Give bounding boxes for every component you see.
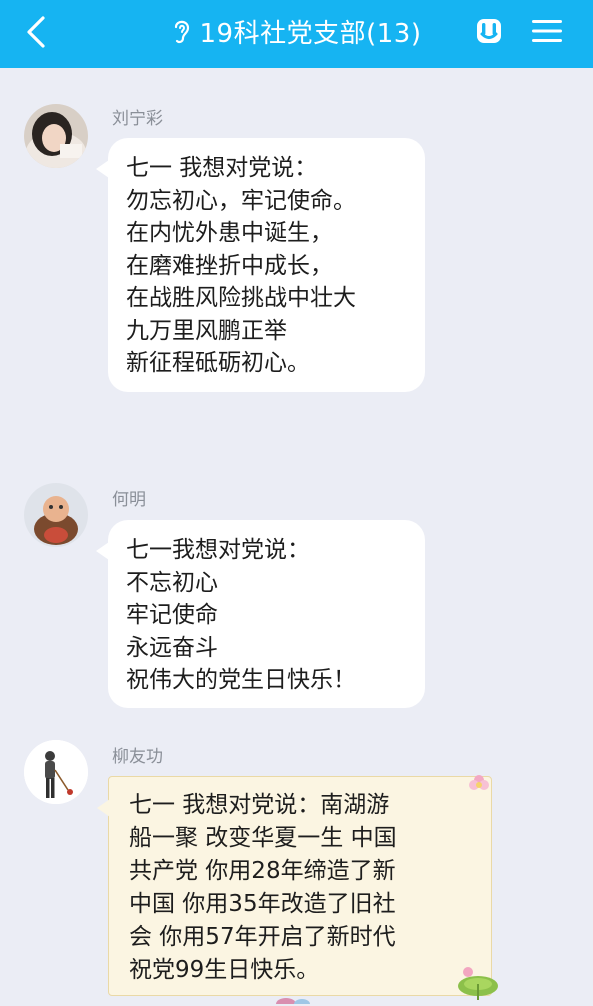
message-bubble[interactable]: 七一 我想对党说： 勿忘初心，牢记使命。 在内忧外患中诞生， 在磨难挫折中成长，… <box>96 138 425 392</box>
cartoon-figure-avatar[interactable] <box>24 483 88 547</box>
sender-name: 柳友功 <box>112 747 163 767</box>
rock-hand-button[interactable] <box>468 10 510 52</box>
menu-button[interactable] <box>526 10 568 52</box>
walking-man-avatar[interactable] <box>24 740 88 804</box>
woman-photo-avatar[interactable] <box>24 104 88 168</box>
lotus-leaf-decoration-icon <box>456 962 500 1002</box>
chat-title: 19科社党支部(13) <box>199 18 422 49</box>
menu-icon <box>532 20 562 42</box>
message-bubble[interactable]: 七一 我想对党说：南湖游 船一聚 改变华夏一生 中国 共产党 你用28年缔造了新… <box>97 776 492 996</box>
top-bar: 19科社党支部(13) <box>0 0 593 68</box>
ear-icon[interactable] <box>172 17 192 45</box>
partial-sticker-icon <box>276 998 310 1004</box>
message-bubble[interactable]: 七一我想对党说： 不忘初心 牢记使命 永远奋斗 祝伟大的党生日快乐！ <box>96 520 425 708</box>
rock-hand-icon <box>477 19 501 43</box>
sender-name: 刘宁彩 <box>112 109 163 129</box>
sender-name: 何明 <box>112 490 146 510</box>
flower-decoration-icon <box>466 772 492 798</box>
